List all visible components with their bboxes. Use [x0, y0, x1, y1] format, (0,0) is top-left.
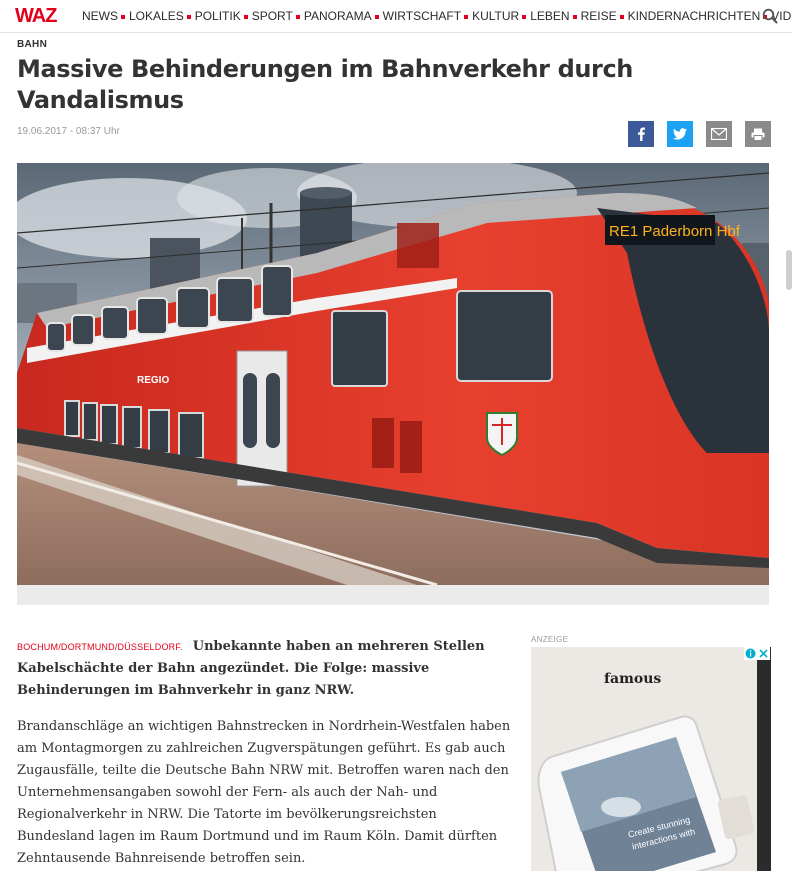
nav-item-label: KULTUR: [472, 9, 520, 23]
nav-separator: [522, 15, 527, 19]
article-lead: BOCHUM/DORTMUND/DÜSSELDORF. Unbekannte ha…: [17, 636, 511, 702]
mail-icon: [711, 128, 727, 140]
nav-separator: [121, 15, 125, 19]
article-dateline: 19.06.2017 - 08:37 Uhr: [17, 126, 120, 137]
article-headline: Massive Behinderungen im Bahnverkehr dur…: [17, 55, 633, 114]
advertisement[interactable]: famous Create stunning interactions with: [531, 647, 771, 871]
nav-item-label: REISE: [580, 9, 617, 23]
nav-separator: [464, 15, 469, 19]
top-navigation-bar: WAZ NEWS LOKALES POLITIK SPORT PANORAMA WIRTS…: [0, 0, 792, 33]
nav-item-sport[interactable]: SPORT: [252, 9, 304, 23]
train-photo: RE1 Paderborn Hbf REGIO: [17, 163, 769, 585]
nav-item-wirtschaft[interactable]: WIRTSCHAFT: [383, 9, 472, 23]
nav-separator: [572, 15, 577, 19]
share-mail-button[interactable]: [706, 121, 732, 147]
nav-separator: [374, 15, 379, 19]
regio-label: REGIO: [137, 375, 169, 386]
nav-item-kindernachrichten[interactable]: KINDERNACHRICHTEN: [628, 9, 772, 23]
nav-item-label: WIRTSCHAFT: [382, 9, 462, 23]
search-icon[interactable]: [762, 8, 778, 24]
nav-separator: [295, 15, 300, 19]
nav-item-label: PANORAMA: [303, 9, 372, 23]
print-button[interactable]: [745, 121, 771, 147]
article-body: BOCHUM/DORTMUND/DÜSSELDORF. Unbekannte ha…: [17, 636, 511, 870]
share-twitter-button[interactable]: [667, 121, 693, 147]
print-icon: [751, 128, 765, 141]
nav-item-panorama[interactable]: PANORAMA: [304, 9, 383, 23]
article-hero-image[interactable]: RE1 Paderborn Hbf REGIO: [17, 163, 769, 585]
ad-close-icon[interactable]: [757, 647, 770, 660]
nav-item-label: KINDERNACHRICHTEN: [627, 9, 761, 23]
nav-separator: [619, 15, 624, 19]
nav-item-politik[interactable]: POLITIK: [195, 9, 252, 23]
nav-item-lokales[interactable]: LOKALES: [129, 9, 195, 23]
nav-item-reise[interactable]: REISE: [581, 9, 628, 23]
nav-item-news[interactable]: NEWS: [82, 9, 129, 23]
ad-phone-image: [537, 715, 755, 871]
main-nav: NEWS LOKALES POLITIK SPORT PANORAMA WIRTSCHAF…: [82, 9, 792, 23]
article-paragraph: Brandanschläge an wichtigen Bahnstrecken…: [17, 719, 511, 866]
nav-item-label: NEWS: [82, 9, 118, 23]
page-scrollbar-thumb[interactable]: [786, 250, 792, 290]
waz-logo[interactable]: WAZ: [15, 5, 57, 28]
image-caption-bar: [17, 585, 769, 605]
article-kicker[interactable]: BAHN: [17, 39, 47, 50]
share-facebook-button[interactable]: [628, 121, 654, 147]
nav-separator: [186, 15, 191, 19]
nav-item-label: LOKALES: [129, 9, 184, 23]
article-location: BOCHUM/DORTMUND/DÜSSELDORF.: [17, 642, 183, 652]
nav-item-label: POLITIK: [194, 9, 241, 23]
nav-item-label: SPORT: [251, 9, 293, 23]
nav-separator: [243, 15, 248, 19]
ad-side-panel: [757, 647, 771, 871]
facebook-icon: [638, 127, 645, 141]
ad-label: ANZEIGE: [531, 635, 569, 644]
nav-item-label: LEBEN: [530, 9, 570, 23]
twitter-icon: [673, 128, 687, 140]
nav-item-leben[interactable]: LEBEN: [530, 9, 580, 23]
nav-item-kultur[interactable]: KULTUR: [472, 9, 530, 23]
destination-display: RE1 Paderborn Hbf: [609, 223, 741, 240]
